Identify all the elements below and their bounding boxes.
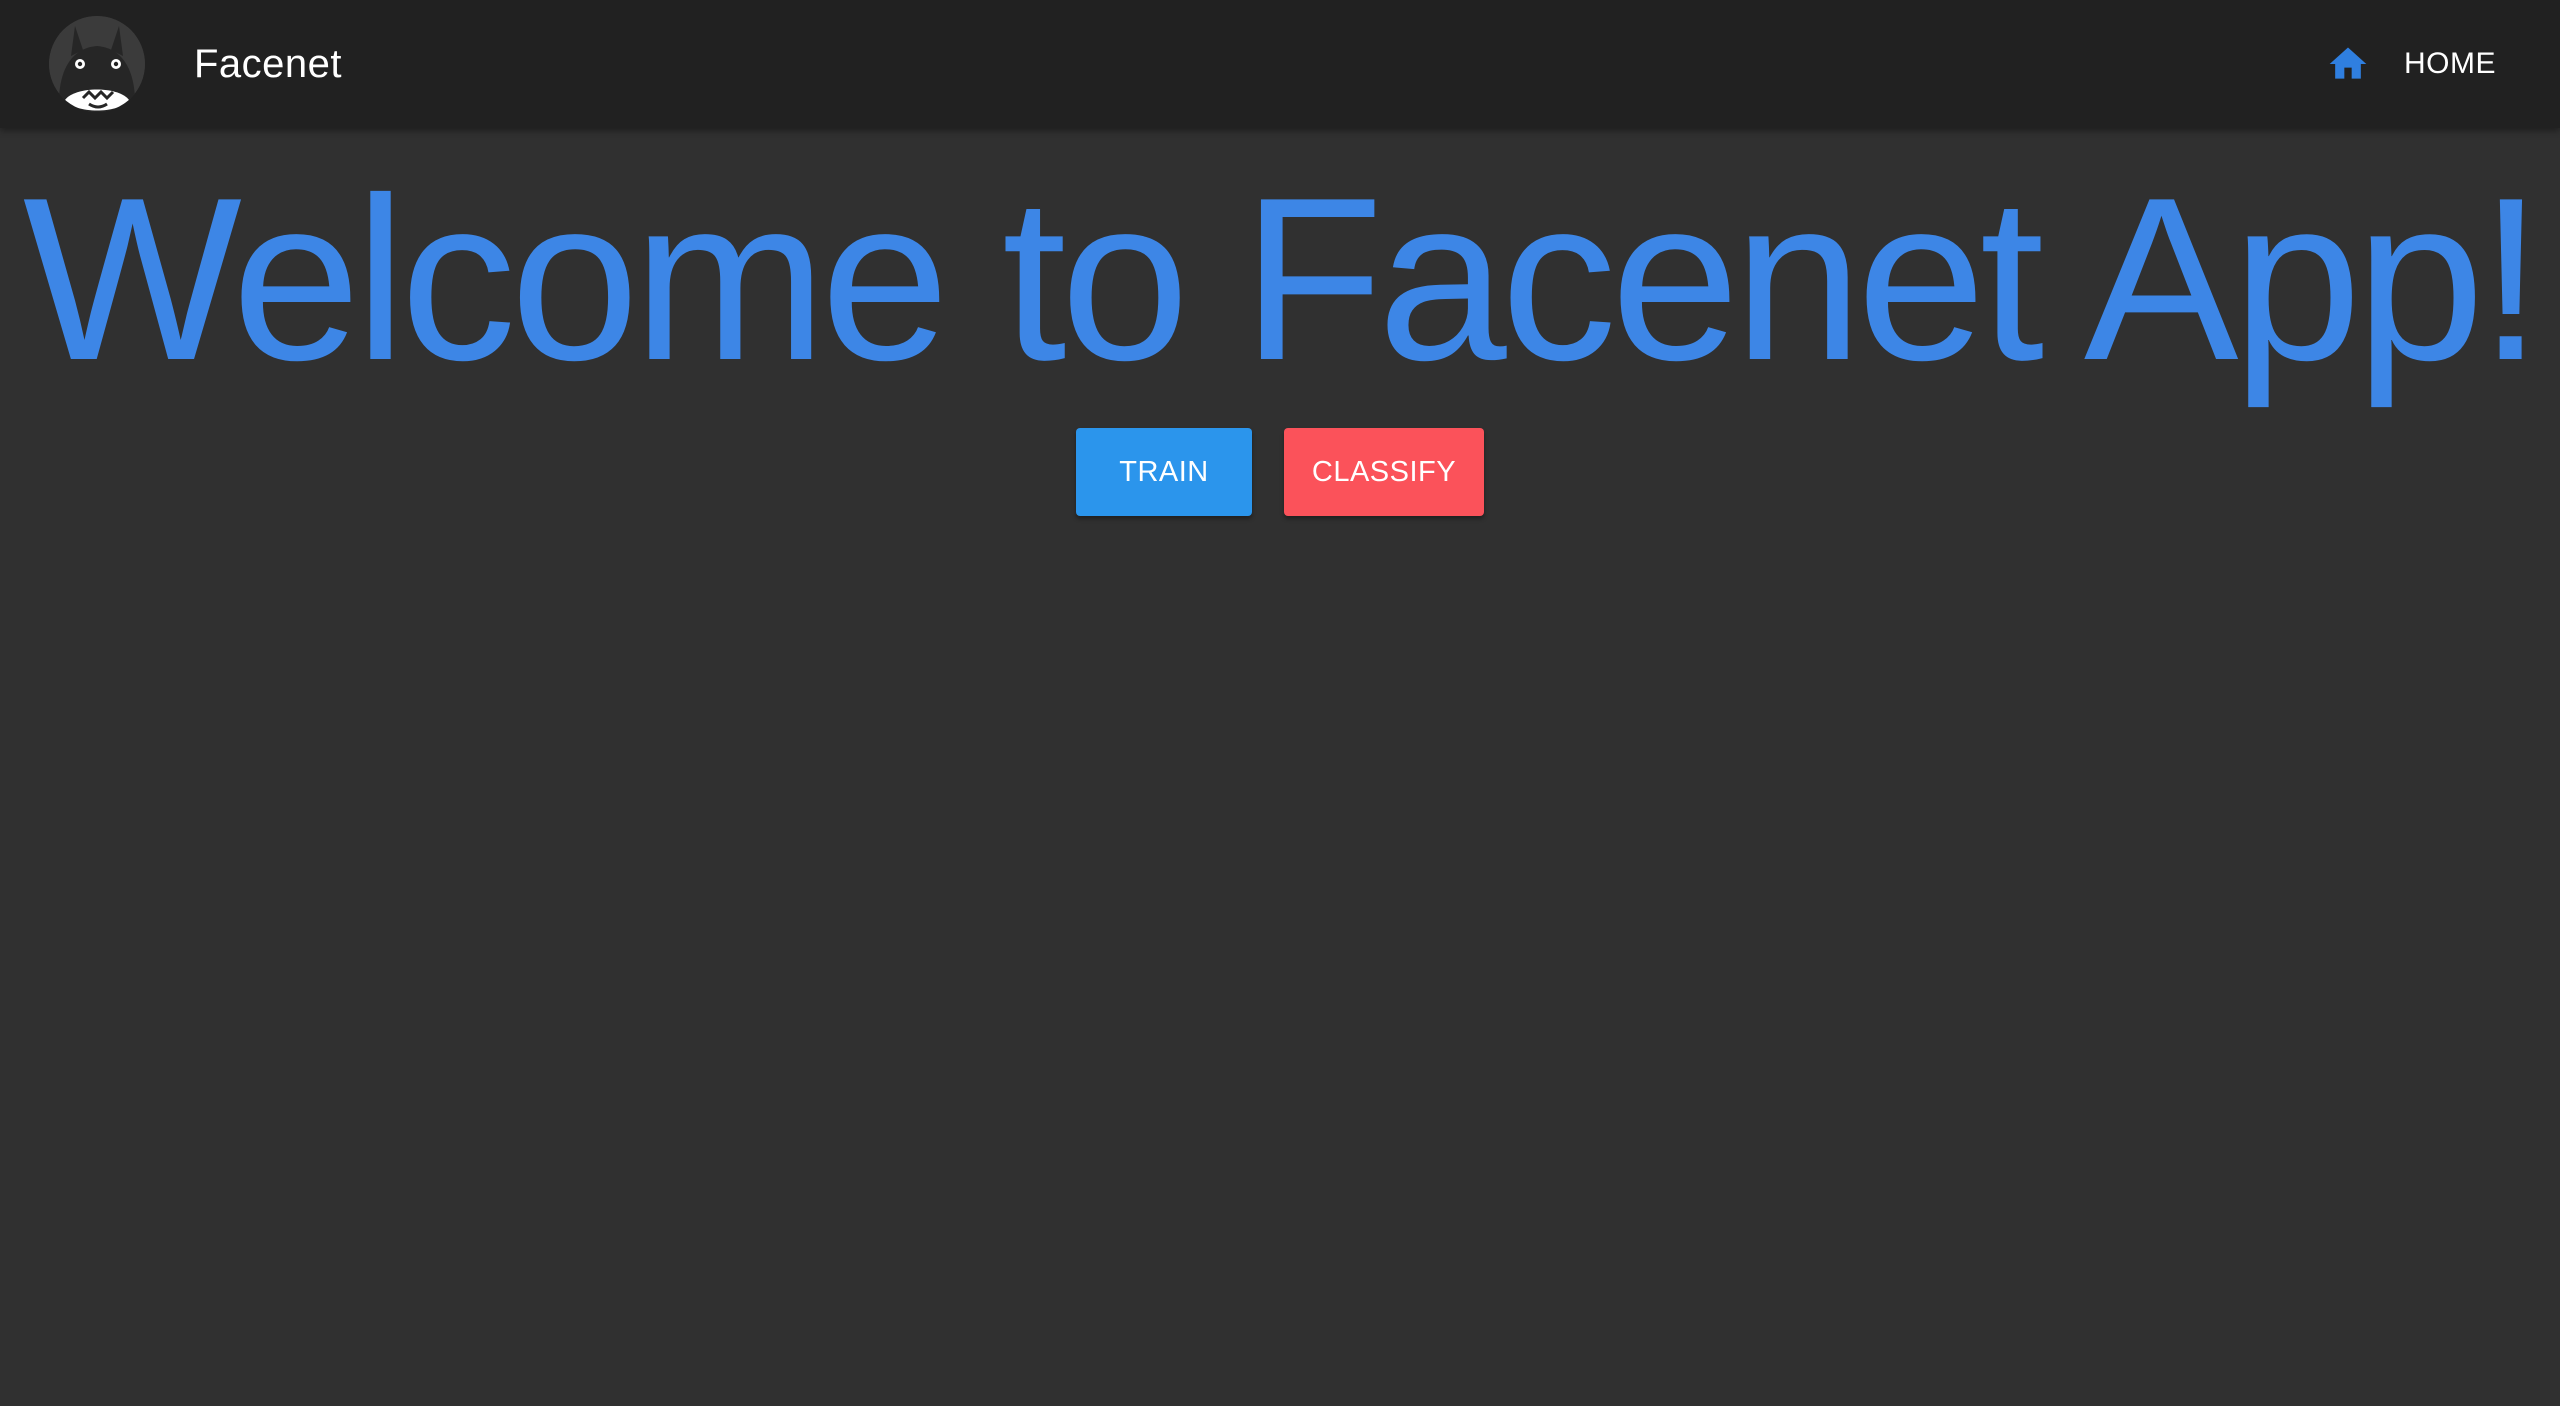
top-toolbar: Facenet HOME <box>0 0 2560 128</box>
app-brand-title[interactable]: Facenet <box>194 36 342 92</box>
nav-home-link[interactable]: HOME <box>2326 36 2496 92</box>
home-icon <box>2329 47 2367 79</box>
page-title: Welcome to Facenet App! <box>22 150 2543 409</box>
nav-home-label: HOME <box>2404 47 2496 80</box>
app-root: Facenet HOME Welcome to Facenet App! TRA… <box>0 0 2560 1406</box>
train-button[interactable]: TRAIN <box>1076 428 1252 516</box>
action-buttons: TRAIN CLASSIFY <box>0 428 2560 516</box>
totoro-logo-icon <box>49 16 145 112</box>
classify-button[interactable]: CLASSIFY <box>1284 428 1484 516</box>
